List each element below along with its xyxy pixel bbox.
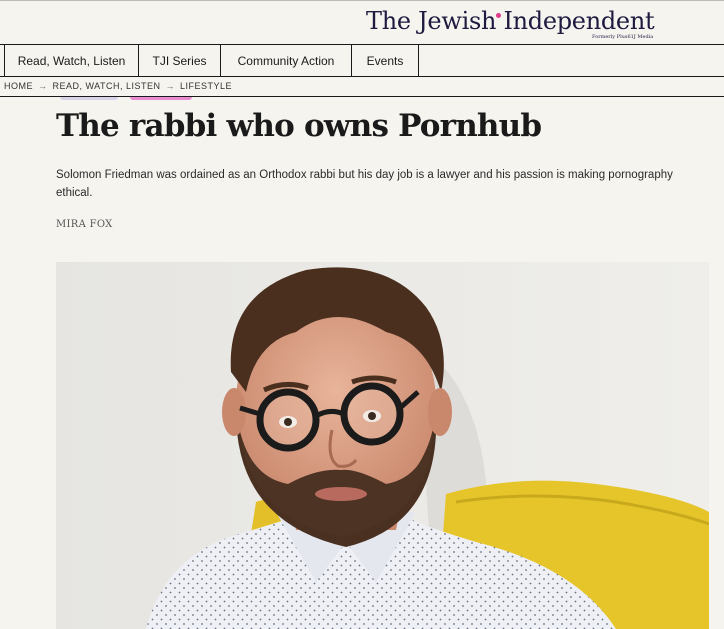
category-tag-edge[interactable] — [60, 97, 118, 100]
logo-title: The Jewish Independent — [366, 7, 655, 35]
breadcrumb-lifestyle[interactable]: LIFESTYLE — [180, 81, 232, 91]
logo-subtitle: Formerly Plus61J Media — [592, 34, 654, 40]
article-dek: Solomon Friedman was ordained as an Orth… — [56, 169, 673, 199]
masthead: The Jewish Independent Formerly Plus61J … — [0, 0, 724, 45]
article-page: The Jewish Independent Formerly Plus61J … — [0, 0, 724, 629]
breadcrumb-read-watch-listen[interactable]: READ, WATCH, LISTEN — [53, 81, 161, 91]
logo-accent-dot — [496, 13, 501, 18]
nav-item-events[interactable]: Events — [352, 45, 419, 76]
category-tag-edge[interactable] — [130, 97, 192, 100]
breadcrumb-home[interactable]: HOME — [4, 81, 33, 91]
breadcrumb: HOME → READ, WATCH, LISTEN → LIFESTYLE — [4, 77, 232, 95]
hero-image — [56, 262, 709, 629]
arrow-right-icon: → — [38, 81, 48, 91]
nav-item-read-watch-listen[interactable]: Read, Watch, Listen — [4, 45, 139, 76]
article-byline[interactable]: MIRA FOX — [56, 219, 113, 230]
article-headline: The rabbi who owns Pornhub — [56, 108, 542, 144]
nav-item-tji-series[interactable]: TJI Series — [139, 45, 221, 76]
site-logo[interactable]: The Jewish Independent Formerly Plus61J … — [366, 7, 666, 41]
main-nav: Read, Watch, Listen TJI Series Community… — [0, 44, 724, 77]
arrow-right-icon: → — [165, 81, 176, 91]
nav-item-community-action[interactable]: Community Action — [221, 45, 352, 76]
